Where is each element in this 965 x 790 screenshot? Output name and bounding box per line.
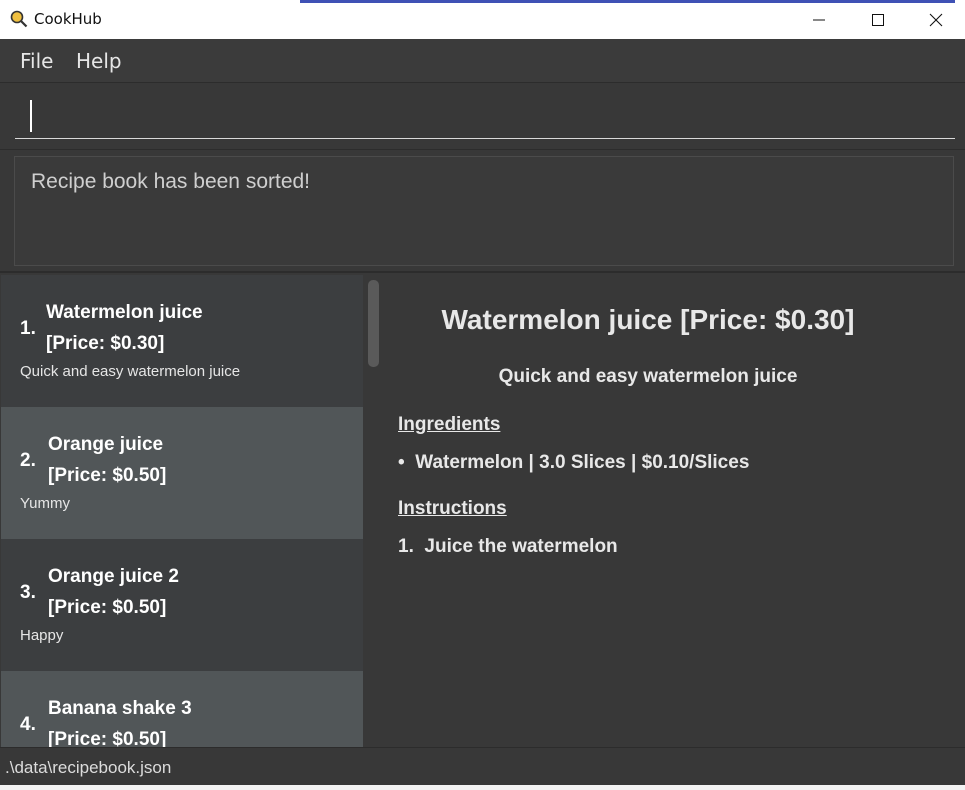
instruction-text: Juice the watermelon [424, 536, 618, 557]
recipe-name: Watermelon juice [46, 302, 203, 323]
instruction-item: 1. Juice the watermelon [398, 536, 618, 558]
bullet: • [398, 452, 405, 473]
recipe-name: Banana shake 3 [48, 698, 192, 719]
recipe-list: 1. Watermelon juice [Price: $0.30] Quick… [0, 275, 363, 747]
recipe-price: [Price: $0.50] [48, 729, 167, 747]
menu-bar: File Help [0, 39, 965, 83]
detail-description: Quick and easy watermelon juice [498, 366, 798, 387]
recipe-name: Orange juice 2 [48, 566, 179, 587]
recipe-description: Yummy [20, 495, 71, 512]
magnifier-icon [10, 10, 28, 28]
result-display: Recipe book has been sorted! [0, 150, 965, 273]
menu-help[interactable]: Help [76, 49, 122, 73]
recipe-index: 3. [20, 582, 36, 603]
recipe-card[interactable]: 1. Watermelon juice [Price: $0.30] Quick… [1, 275, 363, 407]
recipe-card[interactable]: 3. Orange juice 2 [Price: $0.50] Happy [1, 539, 363, 671]
command-input[interactable] [15, 94, 955, 139]
recipe-description: Quick and easy watermelon juice [20, 363, 241, 380]
recipe-description: Happy [20, 627, 64, 644]
scrollbar-thumb[interactable] [368, 280, 379, 367]
close-icon [929, 13, 943, 27]
ingredient-item: • Watermelon | 3.0 Slices | $0.10/Slices [398, 452, 749, 474]
result-message: Recipe book has been sorted! [31, 170, 311, 193]
recipe-detail-panel: Watermelon juice [Price: $0.30] Quick an… [383, 275, 965, 747]
ingredient-text: Watermelon | 3.0 Slices | $0.10/Slices [415, 452, 750, 473]
instructions-heading: Instructions [398, 498, 507, 519]
file-path: .\data\recipebook.json [5, 758, 172, 777]
recipe-price: [Price: $0.50] [48, 465, 167, 486]
ingredients-heading: Ingredients [398, 414, 501, 435]
recipe-name: Orange juice [48, 434, 164, 455]
menu-file[interactable]: File [20, 49, 53, 73]
recipe-price: [Price: $0.30] [46, 333, 165, 354]
taskbar-strip [0, 785, 965, 790]
command-box [0, 84, 965, 150]
recipe-card[interactable]: 2. Orange juice [Price: $0.50] Yummy [1, 407, 363, 539]
minimize-icon [813, 19, 825, 21]
close-button[interactable] [907, 0, 965, 39]
result-box[interactable]: Recipe book has been sorted! [14, 156, 954, 266]
list-scrollbar[interactable] [363, 275, 383, 747]
window-title: CookHub [34, 10, 102, 28]
title-bar: CookHub [0, 0, 965, 39]
maximize-button[interactable] [849, 0, 907, 39]
recipe-index: 4. [20, 714, 36, 735]
recipe-index: 2. [20, 450, 36, 471]
minimize-button[interactable] [790, 0, 848, 39]
status-bar: .\data\recipebook.json [0, 747, 965, 785]
recipe-card[interactable]: 4. Banana shake 3 [Price: $0.50] [1, 671, 363, 747]
maximize-icon [872, 14, 884, 26]
recipe-price: [Price: $0.50] [48, 597, 167, 618]
text-caret [30, 100, 32, 132]
recipe-index: 1. [20, 318, 36, 339]
step-number: 1. [398, 536, 414, 557]
detail-title: Watermelon juice [Price: $0.30] [441, 304, 855, 335]
